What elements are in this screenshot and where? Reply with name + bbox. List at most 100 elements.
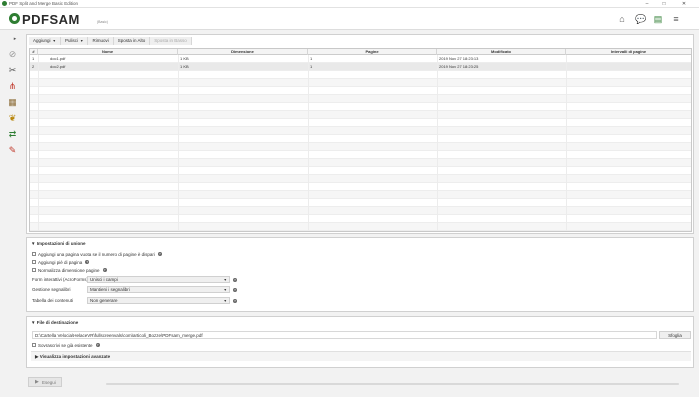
normalize-option[interactable]: Normalizza dimensione pagine ?: [32, 267, 107, 273]
move-up-button[interactable]: Sposta in Alto: [113, 37, 151, 45]
clear-button[interactable]: Pulisci ▼: [60, 37, 89, 45]
rotate-icon[interactable]: ✎: [7, 145, 18, 156]
logo-text: PDFSAM: [22, 12, 80, 27]
run-button[interactable]: ▶ Esegui: [28, 377, 62, 387]
module-sidebar: ▸ ⊘ ✂ ⋔ ▦ ❦ ⇄ ✎: [0, 31, 24, 397]
blank-page-label: Aggiungi una pagina vuota se il numero d…: [38, 251, 155, 257]
close-button[interactable]: ✕: [677, 0, 691, 8]
chevron-down-icon: ▼: [223, 288, 227, 292]
cell-pages: 1: [310, 64, 313, 69]
blank-page-checkbox[interactable]: [32, 252, 36, 256]
overwrite-checkbox[interactable]: [32, 343, 36, 347]
column-divider: [178, 55, 179, 231]
empty-row: [30, 191, 691, 199]
merge-settings-panel: ▼ Impostazioni di unione Aggiungi una pa…: [26, 237, 694, 312]
add-button-label: Aggiungi: [33, 38, 51, 43]
alternate-mix-icon[interactable]: ⇄: [7, 129, 18, 140]
empty-row: [30, 207, 691, 215]
normalize-checkbox[interactable]: [32, 268, 36, 272]
cell-size: 1 KB: [180, 64, 189, 69]
bookmarks-value: Mantieni i segnalibri: [90, 287, 130, 292]
extract-icon[interactable]: ❦: [7, 113, 18, 124]
empty-row: [30, 103, 691, 111]
footer-option[interactable]: Aggiungi piè di pagina ?: [32, 259, 90, 265]
chevron-down-icon: ▼: [80, 39, 84, 43]
cell-size: 1 KB: [180, 56, 189, 61]
empty-row: [30, 215, 691, 223]
cell-pages: 1: [310, 56, 313, 61]
app-icon: [2, 1, 7, 6]
advanced-settings-toggle[interactable]: ▶ Visualizza impostazioni avanzate: [31, 351, 691, 361]
normalize-label: Normalizza dimensione pagine: [38, 267, 100, 273]
empty-row: [30, 119, 691, 127]
minimize-button[interactable]: –: [640, 0, 654, 8]
cell-name: doc2.pdf: [50, 64, 66, 69]
column-divider: [38, 55, 39, 231]
remove-button[interactable]: Rimuovi: [88, 37, 114, 45]
bookmarks-select[interactable]: Mantieni i segnalibri ▼: [87, 286, 230, 293]
split-icon[interactable]: ✂: [7, 65, 18, 76]
empty-row: [30, 167, 691, 175]
news-icon[interactable]: 💬: [635, 14, 646, 24]
empty-row: [30, 71, 691, 79]
blank-page-option[interactable]: Aggiungi una pagina vuota se il numero d…: [32, 251, 162, 257]
add-button[interactable]: Aggiungi ▼: [29, 37, 61, 45]
overwrite-option[interactable]: Sovrascrivi se già esistente ?: [32, 342, 100, 348]
bookmarks-label: Gestione segnalibri: [32, 287, 71, 292]
chevron-down-icon: ▼: [223, 278, 227, 282]
help-icon[interactable]: ?: [157, 252, 162, 256]
table-row[interactable]: 1 doc1.pdf 1 KB 1 2019 Nov 27 18:23:13: [30, 55, 691, 63]
empty-row: [30, 79, 691, 87]
module-icon[interactable]: ▤: [653, 14, 663, 24]
column-divider: [437, 55, 438, 231]
logo-icon: [9, 13, 20, 24]
files-table: # Nome Dimensione Pagine Modificato Inte…: [29, 48, 692, 232]
move-down-button[interactable]: Sposta in Basso: [150, 37, 192, 45]
maximize-button[interactable]: □: [657, 0, 671, 8]
expand-sidebar-icon[interactable]: ▸: [12, 36, 18, 42]
toc-label: Tabella dei contenuti: [32, 298, 74, 303]
merge-settings-title[interactable]: ▼ Impostazioni di unione: [31, 241, 85, 246]
run-button-label: Esegui: [42, 380, 56, 385]
destination-title-text: File di destinazione: [36, 320, 79, 325]
acroforms-value: Unisci i campi: [90, 277, 118, 282]
advanced-settings-label: ▶ Visualizza impostazioni avanzate: [35, 354, 111, 359]
destination-panel: ▼ File di destinazione D:\Cartella Veloc…: [26, 316, 694, 368]
window-title: PDF Split and Merge Basic Edition: [9, 1, 79, 6]
empty-row: [30, 135, 691, 143]
help-icon[interactable]: ?: [233, 299, 237, 303]
help-icon[interactable]: ?: [233, 278, 237, 282]
advanced-settings-text: Visualizza impostazioni avanzate: [39, 354, 111, 359]
split-bookmarks-icon[interactable]: ⋔: [7, 81, 18, 92]
clear-button-label: Pulisci: [64, 38, 78, 43]
destination-path-field[interactable]: D:\Cartella Velocia\HelaceVR\fullscreenv…: [32, 331, 657, 339]
cell-index: 1: [32, 56, 35, 61]
help-icon[interactable]: ?: [233, 288, 237, 292]
browse-button[interactable]: Sfoglia: [659, 331, 691, 339]
destination-title[interactable]: ▼ File di destinazione: [31, 320, 78, 325]
merge-icon[interactable]: ⊘: [7, 49, 18, 60]
empty-row: [30, 95, 691, 103]
acroforms-label: Form interattivi (AcroForms): [32, 277, 89, 282]
footer-label: Aggiungi piè di pagina: [38, 259, 83, 265]
selection-toolbar: Aggiungi ▼ Pulisci ▼ Rimuovi Sposta in Alt…: [29, 37, 192, 45]
column-divider: [566, 55, 567, 231]
empty-row: [30, 183, 691, 191]
empty-row: [30, 143, 691, 151]
cell-name: doc1.pdf: [50, 56, 66, 61]
table-row[interactable]: 2 doc2.pdf 1 KB 1 2019 Nov 27 18:23:25: [30, 63, 691, 71]
empty-row: [30, 159, 691, 167]
help-icon[interactable]: ?: [95, 343, 100, 347]
toc-select[interactable]: Non generare ▼: [87, 297, 230, 304]
progress-bar: [106, 383, 679, 385]
help-icon[interactable]: ?: [102, 268, 107, 272]
app-header: PDFSAM (Basic) ⌂ 💬 ▤ ≡: [0, 8, 699, 30]
acroforms-select[interactable]: Unisci i campi ▼: [87, 276, 230, 283]
footer-checkbox[interactable]: [32, 260, 36, 264]
chevron-down-icon: ▼: [52, 39, 56, 43]
menu-icon[interactable]: ≡: [671, 14, 681, 24]
split-size-icon[interactable]: ▦: [7, 97, 18, 108]
column-divider: [308, 55, 309, 231]
help-icon[interactable]: ?: [85, 260, 90, 264]
home-icon[interactable]: ⌂: [617, 14, 627, 24]
